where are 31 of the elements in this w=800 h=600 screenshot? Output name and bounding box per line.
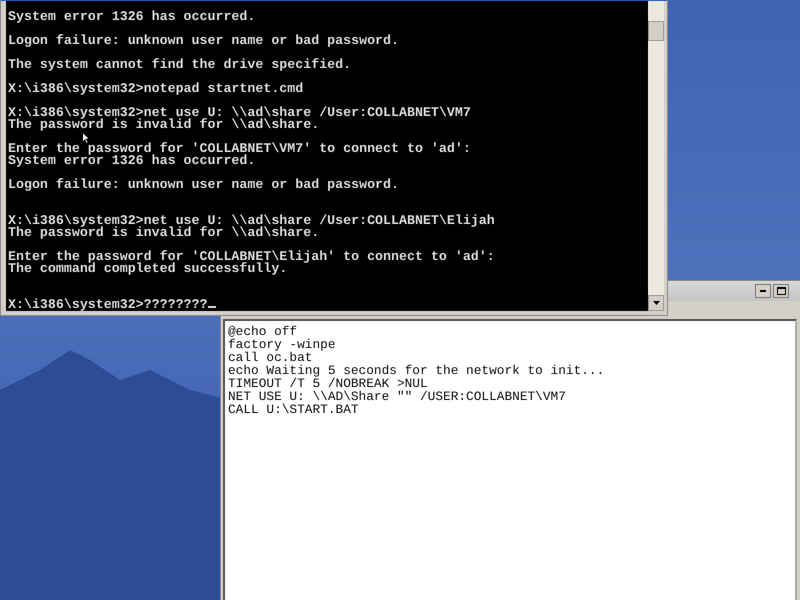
mouse-pointer-icon (82, 132, 90, 144)
editor-line: factory -winpe (228, 338, 337, 351)
scroll-thumb[interactable] (648, 21, 664, 41)
editor-line: call oc.bat (228, 351, 312, 364)
console-line: Logon failure: unknown user name or bad password. (8, 179, 400, 191)
minimize-button[interactable] (755, 284, 771, 298)
console-line: System error 1326 has occurred. (8, 11, 256, 23)
maximize-icon (776, 287, 786, 295)
down-arrow-icon (652, 301, 660, 305)
console-line: The password is invalid for \\ad\share. (8, 227, 320, 239)
console-line: System error 1326 has occurred. (8, 155, 256, 167)
editor-line: echo Waiting 5 seconds for the network to init... (228, 364, 606, 377)
console-line: Logon failure: unknown user name or bad password. (8, 35, 400, 47)
scroll-down-button[interactable] (648, 295, 664, 311)
editor-line: @echo off (228, 325, 298, 338)
editor-line: TIMEOUT /T 5 /NOBREAK >NUL (228, 377, 428, 390)
minimize-icon (760, 290, 766, 292)
console-line: The system cannot find the drive specified. (8, 59, 352, 71)
text-editor[interactable]: @echo off factory -winpe call oc.bat echo Waiting 5 seconds for the network to init... TIMEOUT /T 5 /NOBREAK >NUL NET USE U: \\AD\Share "" /USER:COLLABNET\VM7 CALL U:\START.BAT (223, 319, 797, 600)
console-line: X:\i386\system32>net use U: \\ad\share /User:COLLABNET\VM7 (8, 107, 472, 119)
console-line: X:\i386\system32>???????? (8, 287, 648, 311)
console-line: X:\i386\system32>notepad startnet.cmd (8, 83, 304, 95)
console-line: The password is invalid for \\ad\share. (8, 119, 320, 131)
scrollbar[interactable] (648, 1, 664, 311)
editor-line: CALL U:\START.BAT (228, 403, 360, 416)
editor-line: NET USE U: \\AD\Share "" /USER:COLLABNET\VM7 (228, 390, 567, 403)
console-line: X:\i386\system32>net use U: \\ad\share /User:COLLABNET\Elijah (8, 212, 496, 227)
maximize-button[interactable] (773, 284, 789, 298)
console-line: Enter the password for 'COLLABNET\Elijah' to connect to 'ad': (8, 251, 496, 263)
console-line: The command completed successfully. (8, 263, 288, 275)
console-line: Enter the password for 'COLLABNET\VM7' to connect to 'ad': (8, 143, 472, 155)
